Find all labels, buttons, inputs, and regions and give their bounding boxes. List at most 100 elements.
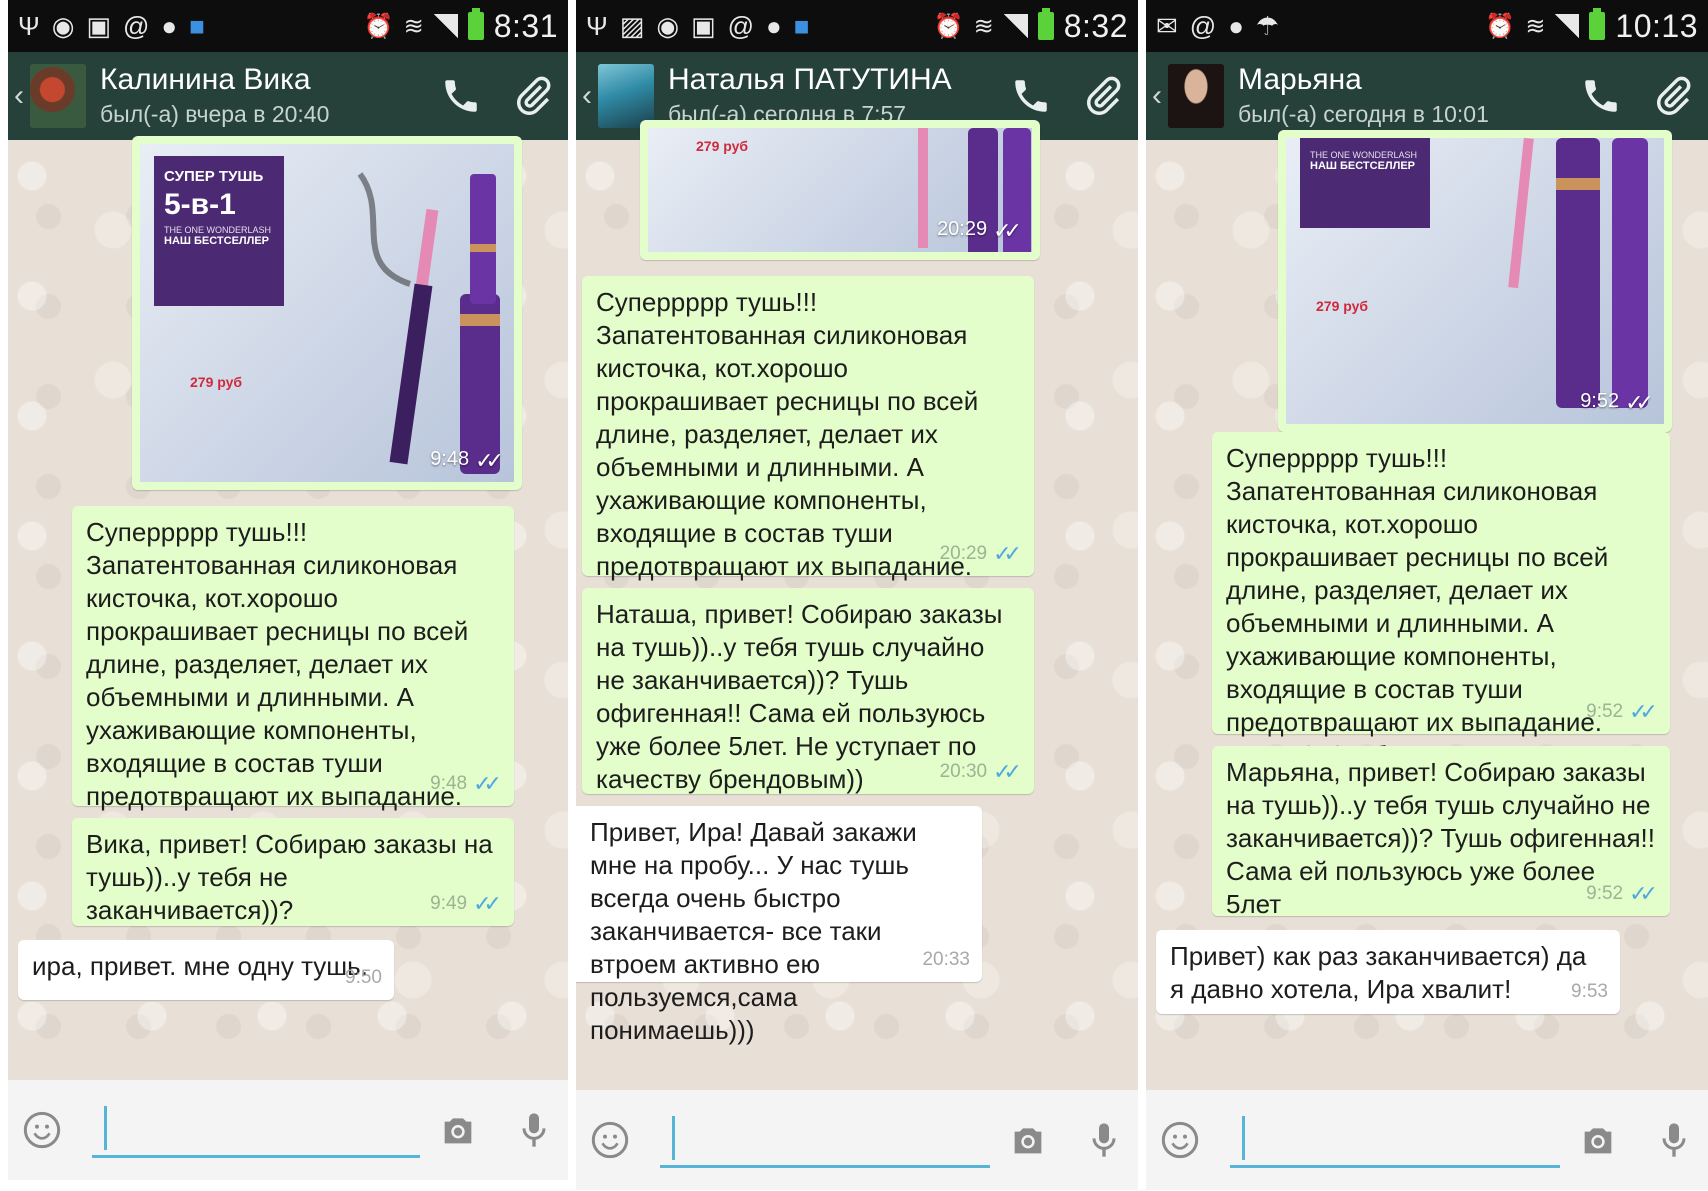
message-bubble[interactable]: Суперрррр тушь!!! Запатентованная силико…	[72, 506, 514, 844]
camera-icon[interactable]	[438, 1110, 478, 1150]
message-bubble[interactable]: Вика, привет! Собираю заказы на тушь))..…	[72, 818, 514, 926]
message-time: 20:30	[939, 761, 988, 782]
chat-icon: ◉	[656, 11, 679, 41]
phone-icon[interactable]	[1010, 75, 1052, 117]
promo-image[interactable]: СУПЕР ТУШЬ 5-в-1 THE ONE WONDERLASH НАШ …	[140, 144, 514, 482]
message-list[interactable]: THE ONE WONDERLASH НАШ БЕСТСЕЛЛЕР 279 ру…	[1146, 130, 1708, 1090]
message-time: 9:50	[345, 967, 382, 988]
paperclip-icon[interactable]	[512, 75, 554, 117]
weather-icon: ☂	[1255, 11, 1280, 41]
avatar[interactable]	[30, 64, 86, 128]
read-ticks-icon: ✓✓	[475, 448, 504, 473]
emoji-icon[interactable]	[590, 1120, 630, 1160]
message-input[interactable]	[660, 1112, 990, 1168]
battery-icon	[467, 8, 484, 40]
contact-name[interactable]: Марьяна	[1238, 62, 1489, 98]
avatar[interactable]	[598, 64, 654, 128]
status-time: 8:32	[1063, 7, 1128, 44]
status-time: 10:13	[1615, 7, 1698, 44]
read-ticks-icon: ✓✓	[1625, 390, 1654, 415]
input-bar	[1146, 1090, 1708, 1190]
message-bubble[interactable]: Привет, Ира! Давай закажи мне на пробу..…	[576, 806, 982, 1045]
camera-icon[interactable]	[1008, 1120, 1048, 1160]
phone-icon[interactable]	[1580, 75, 1622, 117]
microphone-icon[interactable]	[1084, 1120, 1124, 1160]
read-ticks-icon: ✓✓	[1629, 881, 1658, 906]
message-bubble[interactable]: Привет) как раз заканчивается) да я давн…	[1156, 930, 1620, 1014]
message-input[interactable]	[92, 1102, 420, 1158]
emoji-icon[interactable]	[1160, 1120, 1200, 1160]
message-list[interactable]: СУПЕР ТУШЬ 5-в-1 THE ONE WONDERLASH НАШ …	[8, 136, 568, 1080]
read-ticks-icon: ✓✓	[473, 891, 502, 916]
message-time: 9:52	[1586, 883, 1624, 904]
message-time: 9:48	[430, 773, 468, 794]
image-message[interactable]: 279 руб 20:29 ✓✓	[640, 120, 1040, 260]
image-message[interactable]: СУПЕР ТУШЬ 5-в-1 THE ONE WONDERLASH НАШ …	[132, 136, 522, 490]
phone-icon[interactable]	[440, 75, 482, 117]
message-text: Привет) как раз заканчивается) да я давн…	[1170, 941, 1587, 1004]
message-bubble[interactable]: Суперрррр тушь!!! Запатентованная силико…	[582, 276, 1034, 614]
microphone-icon[interactable]	[1654, 1120, 1694, 1160]
promo-price: 279 руб	[696, 138, 749, 154]
read-ticks-icon: ✓✓	[993, 541, 1022, 566]
at-icon: @	[1189, 11, 1217, 41]
message-text: ира, привет. мне одну тушь.	[32, 951, 368, 981]
chat-bubble-icon: ●	[1228, 11, 1244, 41]
image-message[interactable]: THE ONE WONDERLASH НАШ БЕСТСЕЛЛЕР 279 ру…	[1278, 130, 1672, 432]
message-time: 9:48	[430, 448, 470, 470]
message-input[interactable]	[1230, 1112, 1560, 1168]
message-list[interactable]: 279 руб 20:29 ✓✓ Суперрррр тушь!!! Запат…	[576, 120, 1138, 1090]
read-ticks-icon: ✓✓	[993, 759, 1022, 784]
chat-screen-vika: Ψ ◉ ▣ @ ● ■ ⏰ ≋ 8:31 ‹ Калинина Вика был…	[8, 0, 568, 1180]
alarm-icon: ⏰	[933, 12, 964, 40]
contact-name[interactable]: Калинина Вика	[100, 62, 329, 98]
alarm-icon: ⏰	[363, 12, 394, 40]
usb-icon: Ψ	[18, 11, 40, 41]
battery-icon	[1037, 8, 1054, 40]
image-icon: ▨	[619, 11, 645, 41]
message-time: 20:33	[922, 949, 970, 970]
back-icon[interactable]: ‹	[8, 79, 30, 113]
status-time: 8:31	[493, 7, 558, 44]
message-time: 9:49	[430, 893, 468, 914]
emoji-icon[interactable]	[22, 1110, 62, 1150]
promo-price: 279 руб	[1316, 298, 1369, 314]
mail-icon: ✉	[1156, 11, 1178, 41]
input-bar	[8, 1080, 568, 1180]
signal-icon	[433, 14, 458, 38]
promo-image[interactable]: 279 руб 20:29 ✓✓	[648, 128, 1032, 252]
paperclip-icon[interactable]	[1082, 75, 1124, 117]
message-text: Привет, Ира! Давай закажи мне на пробу..…	[590, 817, 917, 1045]
avatar[interactable]	[1168, 64, 1224, 128]
microphone-icon[interactable]	[514, 1110, 554, 1150]
signal-icon	[1555, 14, 1580, 38]
briefcase-icon: ▣	[691, 11, 716, 41]
chat-header[interactable]: ‹ Марьяна был(-а) сегодня в 10:01	[1146, 52, 1708, 140]
promo-image[interactable]: THE ONE WONDERLASH НАШ БЕСТСЕЛЛЕР 279 ру…	[1286, 138, 1664, 424]
chat-bubble-icon: ●	[161, 11, 178, 41]
mascara-illustration	[1508, 138, 1648, 408]
message-time: 20:29	[939, 543, 988, 564]
usb-icon: Ψ	[586, 11, 608, 41]
at-icon: @	[123, 11, 150, 41]
chat-header[interactable]: ‹ Калинина Вика был(-а) вчера в 20:40	[8, 52, 568, 140]
status-bar: Ψ ▨ ◉ ▣ @ ● ■ ⏰ ≋ 8:32	[576, 0, 1138, 52]
read-ticks-icon: ✓✓	[993, 218, 1022, 243]
message-bubble[interactable]: Наташа, привет! Собираю заказы на тушь))…	[582, 588, 1034, 794]
message-bubble[interactable]: ира, привет. мне одну тушь. 9:50	[18, 940, 394, 1000]
message-bubble[interactable]: Марьяна, привет! Собираю заказы на тушь)…	[1212, 746, 1670, 919]
paperclip-icon[interactable]	[1652, 75, 1694, 117]
app-icon: ■	[189, 11, 205, 41]
contact-name[interactable]: Наталья ПАТУТИНА	[668, 62, 952, 98]
wifi-icon: ≋	[403, 12, 424, 40]
briefcase-icon: ▣	[86, 11, 111, 41]
camera-icon[interactable]	[1578, 1120, 1618, 1160]
back-icon[interactable]: ‹	[1146, 79, 1168, 113]
status-bar: Ψ ◉ ▣ @ ● ■ ⏰ ≋ 8:31	[8, 0, 568, 52]
message-bubble[interactable]: Суперрррр тушь!!! Запатентованная силико…	[1212, 432, 1670, 770]
message-time: 9:52	[1586, 701, 1624, 722]
chat-screen-maryana: ✉ @ ● ☂ ⏰ ≋ 10:13 ‹ Марьяна был(-а) сего…	[1146, 0, 1708, 1190]
promo-price: 279 руб	[190, 374, 243, 390]
back-icon[interactable]: ‹	[576, 79, 598, 113]
message-time: 9:53	[1571, 981, 1608, 1002]
